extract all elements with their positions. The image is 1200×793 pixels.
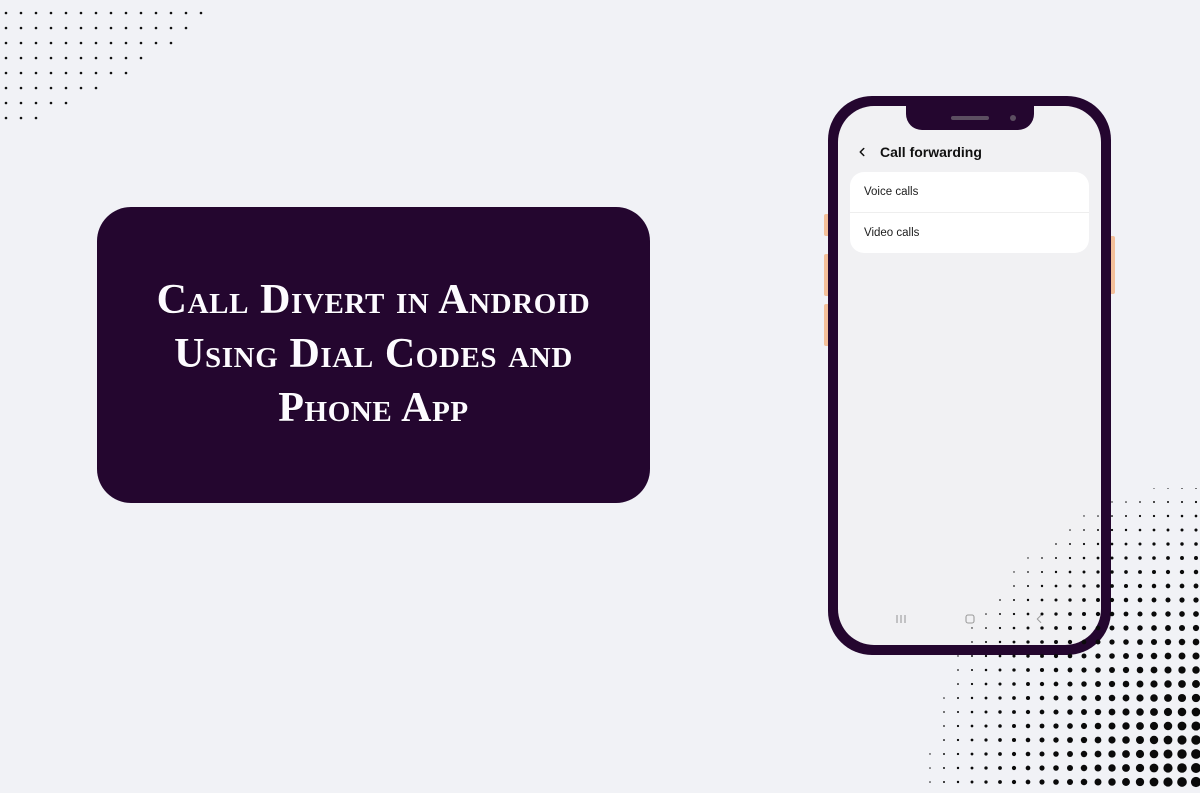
phone-side-button — [824, 214, 828, 236]
back-icon[interactable] — [854, 144, 870, 160]
list-item-label: Video calls — [864, 227, 919, 239]
list-item[interactable]: Video calls — [850, 213, 1089, 253]
phone-notch — [906, 106, 1034, 130]
screen-header: Call forwarding — [838, 134, 1101, 172]
dot-pattern-decoration — [0, 8, 210, 133]
list-item-label: Voice calls — [864, 186, 918, 198]
speaker-icon — [951, 116, 989, 120]
recents-icon[interactable] — [892, 610, 910, 628]
phone-mockup: Call forwarding Voice calls Video calls — [828, 96, 1111, 655]
page-title: Call Divert in Android Using Dial Codes … — [137, 274, 610, 435]
android-navbar — [838, 603, 1101, 635]
screen-title: Call forwarding — [880, 144, 982, 160]
title-card: Call Divert in Android Using Dial Codes … — [97, 207, 650, 503]
phone-screen: Call forwarding Voice calls Video calls — [838, 106, 1101, 645]
home-icon[interactable] — [961, 610, 979, 628]
phone-side-button — [824, 254, 828, 296]
phone-side-button — [824, 304, 828, 346]
list-item[interactable]: Voice calls — [850, 172, 1089, 213]
camera-icon — [1010, 115, 1016, 121]
back-nav-icon[interactable] — [1030, 610, 1048, 628]
phone-power-button — [1111, 236, 1115, 294]
settings-card: Voice calls Video calls — [850, 172, 1089, 253]
